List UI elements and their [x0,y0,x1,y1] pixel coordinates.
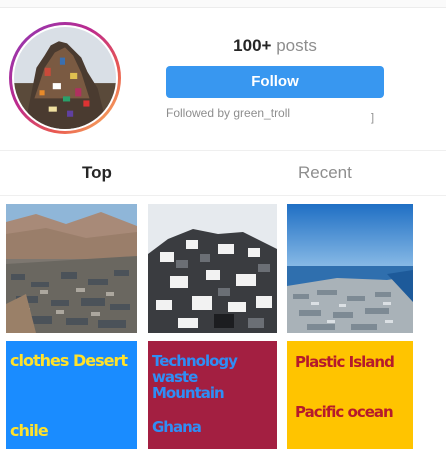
ewaste-pile-photo [148,204,277,333]
desert-clothes-photo [6,204,137,333]
follow-button[interactable]: Follow [166,66,384,98]
caption-title-2: waste [152,368,198,386]
grid-caption-pacific[interactable]: Plastic Island Pacific ocean [287,341,413,449]
caption-title: Plastic Island [295,353,395,371]
followed-by-mark: ] [371,112,375,124]
caption-location: Pacific ocean [295,403,394,421]
tab-bar: Top Recent [0,150,446,196]
plastic-coast-photo [287,204,413,333]
grid-photo-desert[interactable] [6,204,137,333]
followed-by-text[interactable]: Followed by green_troll [166,106,290,120]
grid-photo-ewaste[interactable] [148,204,277,333]
post-count-value: 100+ [233,36,272,55]
caption-location: Ghana [152,418,202,436]
avatar-image [14,27,116,129]
grid-caption-ghana[interactable]: Technology waste Mountain Ghana [148,341,277,449]
tab-top[interactable]: Top [82,163,112,183]
grid-photo-plastic[interactable] [287,204,413,333]
caption-title: clothes Desert [10,351,128,370]
grid-caption-chile[interactable]: clothes Desert chile [6,341,137,449]
caption-title-3: Mountain [152,384,225,402]
post-count: 100+ posts [166,36,384,56]
avatar[interactable] [9,22,121,134]
top-divider [0,0,446,8]
post-count-label: posts [276,36,317,55]
caption-location: chile [10,421,49,440]
caption-title: Technology [152,352,238,370]
tab-recent[interactable]: Recent [298,163,352,183]
